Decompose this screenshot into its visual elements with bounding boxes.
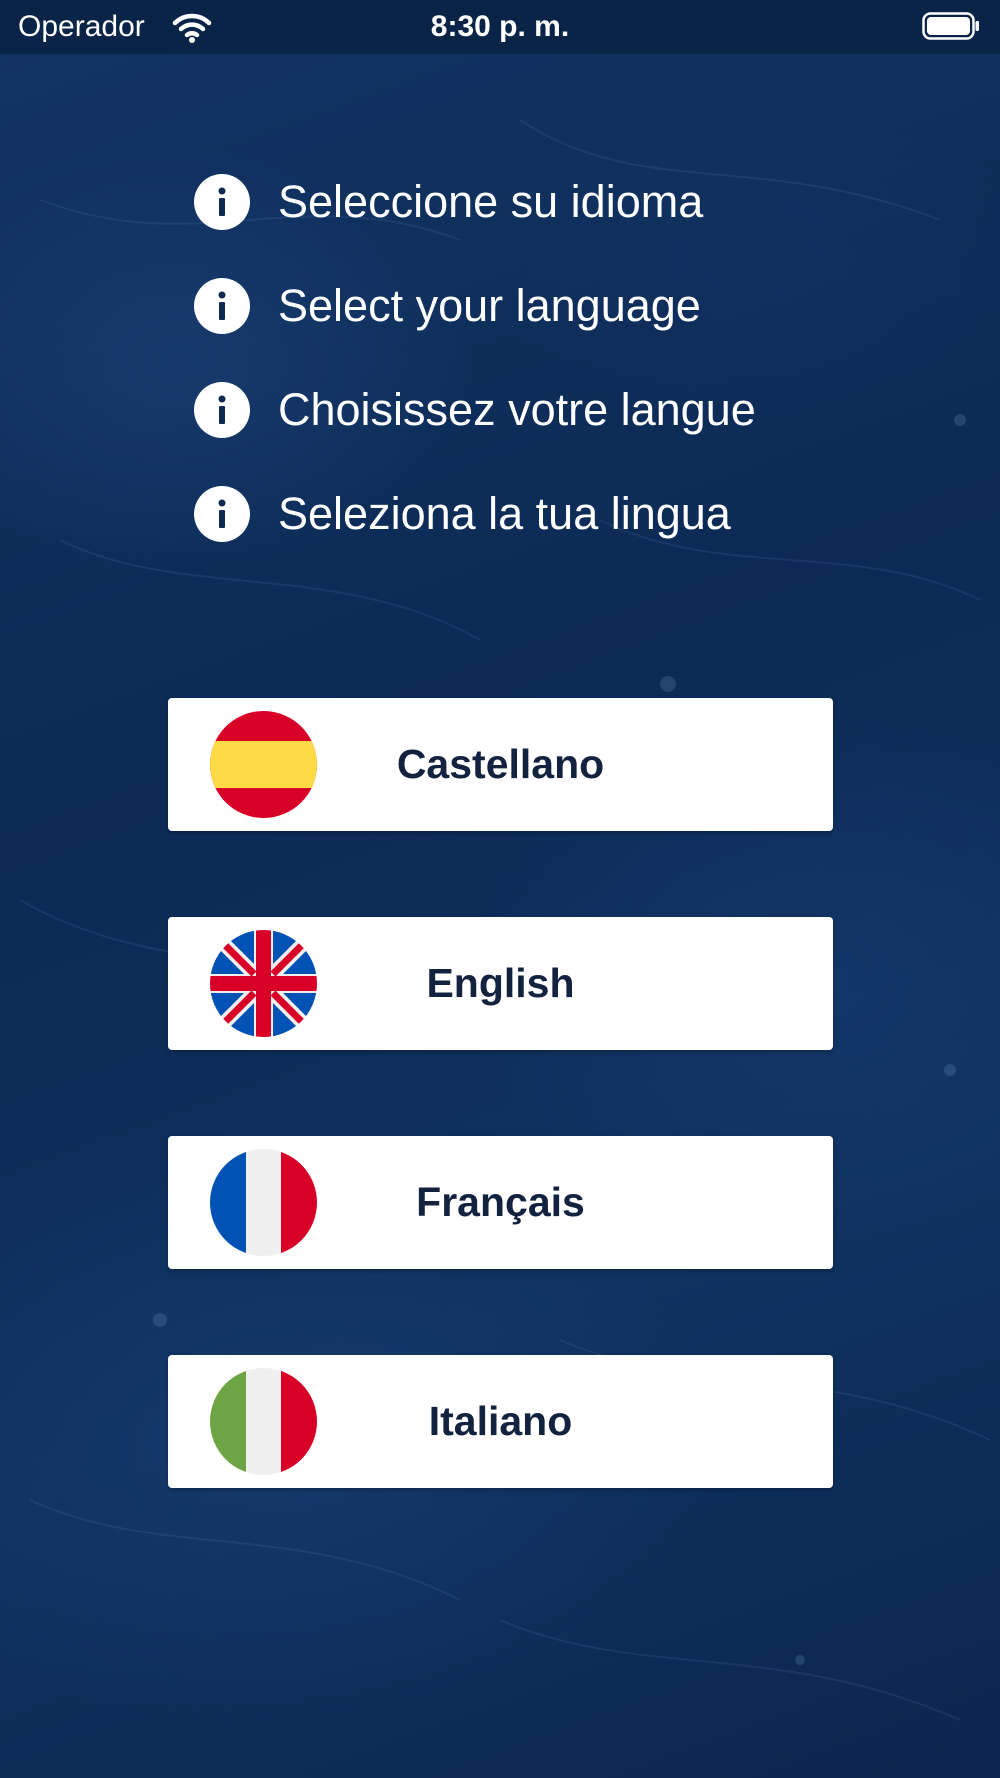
info-icon (194, 278, 250, 334)
clock: 8:30 p. m. (430, 10, 570, 43)
prompt-text: Select your language (278, 280, 701, 331)
info-icon (194, 174, 250, 230)
francais-button[interactable]: Français (168, 1136, 833, 1269)
language-label: Castellano (396, 741, 605, 787)
prompt-row-french: Choisissez votre langue (194, 358, 914, 462)
language-label: Français (416, 1179, 585, 1225)
english-button[interactable]: English (168, 917, 833, 1050)
prompt-row-spanish: Seleccione su idioma (194, 150, 914, 254)
prompt-text: Seleccione su idioma (278, 176, 704, 227)
language-button-list: Castellano English Français Italiano (168, 698, 833, 1574)
language-prompt-list: Seleccione su idioma Select your languag… (194, 150, 914, 566)
prompt-row-italian: Seleziona la tua lingua (194, 462, 914, 566)
castellano-button[interactable]: Castellano (168, 698, 833, 831)
info-icon (194, 486, 250, 542)
italiano-button[interactable]: Italiano (168, 1355, 833, 1488)
prompt-row-english: Select your language (194, 254, 914, 358)
prompt-text: Seleziona la tua lingua (278, 488, 731, 539)
battery-icon (922, 12, 980, 40)
language-label: Italiano (428, 1398, 573, 1444)
status-bar: Operador 8:30 p. m. (0, 0, 1000, 54)
info-icon (194, 382, 250, 438)
prompt-text: Choisissez votre langue (278, 384, 756, 435)
language-label: English (426, 960, 575, 1006)
